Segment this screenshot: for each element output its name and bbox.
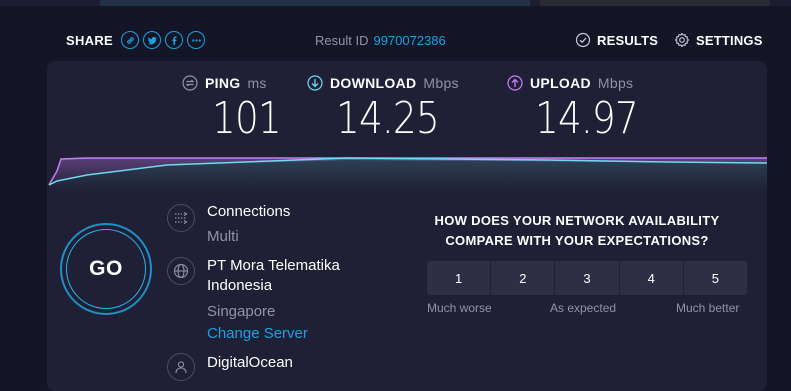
download-metric: DOWNLOAD Mbps 14.25	[307, 75, 459, 144]
server-location: Singapore	[207, 303, 276, 320]
facebook-icon[interactable]	[165, 31, 184, 49]
upload-label: UPLOAD	[530, 75, 591, 91]
globe-icon	[167, 257, 195, 285]
go-button[interactable]: GO	[60, 223, 152, 315]
ping-icon	[182, 75, 198, 91]
check-circle-icon	[575, 32, 591, 48]
connections-icon	[167, 204, 195, 232]
isp-name-line1: PT Mora Telematika	[207, 257, 340, 274]
upload-unit: Mbps	[597, 75, 634, 91]
survey-question: HOW DOES YOUR NETWORK AVAILABILITY COMPA…	[427, 211, 727, 251]
results-panel: PING ms 101 DOWNLOAD Mbps 14.25 UPLOAD M…	[47, 61, 767, 391]
banner-ad-left	[100, 0, 530, 6]
host-name: DigitalOcean	[207, 354, 293, 371]
upload-arrow-icon	[507, 75, 523, 91]
survey-question-line2: COMPARE WITH YOUR EXPECTATIONS?	[445, 233, 709, 248]
rating-scale: 1 2 3 4 5	[427, 261, 748, 295]
share-bar: SHARE	[66, 26, 206, 54]
download-value: 14.25	[336, 93, 440, 144]
ping-value: 101	[212, 93, 282, 144]
upload-metric: UPLOAD Mbps 14.97	[507, 75, 656, 144]
rating-label-mid: As expected	[550, 301, 617, 315]
go-label: GO	[89, 257, 123, 280]
rating-option-2[interactable]: 2	[491, 261, 555, 295]
results-label: RESULTS	[597, 32, 659, 48]
ping-metric: PING ms 101	[182, 75, 293, 144]
settings-button[interactable]: SETTINGS	[674, 26, 763, 54]
more-icon[interactable]	[187, 31, 206, 49]
twitter-icon[interactable]	[143, 31, 162, 49]
upload-value: 14.97	[535, 93, 639, 144]
connections-title: Connections	[207, 203, 291, 220]
link-icon[interactable]	[121, 31, 140, 49]
top-banner-strip	[0, 0, 791, 6]
download-unit: Mbps	[423, 75, 459, 91]
result-id-link[interactable]: 9970072386	[373, 33, 445, 48]
rating-option-3[interactable]: 3	[555, 261, 619, 295]
gear-icon	[674, 32, 690, 48]
settings-label: SETTINGS	[696, 32, 763, 48]
user-icon	[167, 353, 195, 381]
ping-unit: ms	[247, 75, 267, 91]
rating-option-1[interactable]: 1	[427, 261, 491, 295]
share-label: SHARE	[66, 32, 114, 48]
results-button[interactable]: RESULTS	[575, 26, 658, 54]
ping-label: PING	[205, 75, 241, 91]
speed-graph	[48, 157, 767, 191]
change-server-link[interactable]: Change Server	[207, 325, 308, 342]
rating-option-5[interactable]: 5	[683, 261, 748, 295]
result-id-label: Result ID	[315, 32, 369, 48]
result-header: SHARE Result ID 9970072386 RESULTS SETTI…	[0, 26, 791, 54]
result-id: Result ID 9970072386	[315, 26, 446, 54]
rating-option-4[interactable]: 4	[619, 261, 683, 295]
connections-value: Multi	[207, 228, 239, 245]
rating-label-high: Much better	[676, 301, 740, 315]
rating-label-low: Much worse	[427, 301, 492, 315]
download-arrow-icon	[307, 75, 323, 91]
survey-question-line1: HOW DOES YOUR NETWORK AVAILABILITY	[434, 213, 720, 228]
isp-name-line2: Indonesia	[207, 277, 273, 294]
download-label: DOWNLOAD	[330, 75, 417, 91]
banner-ad-right	[540, 0, 770, 6]
